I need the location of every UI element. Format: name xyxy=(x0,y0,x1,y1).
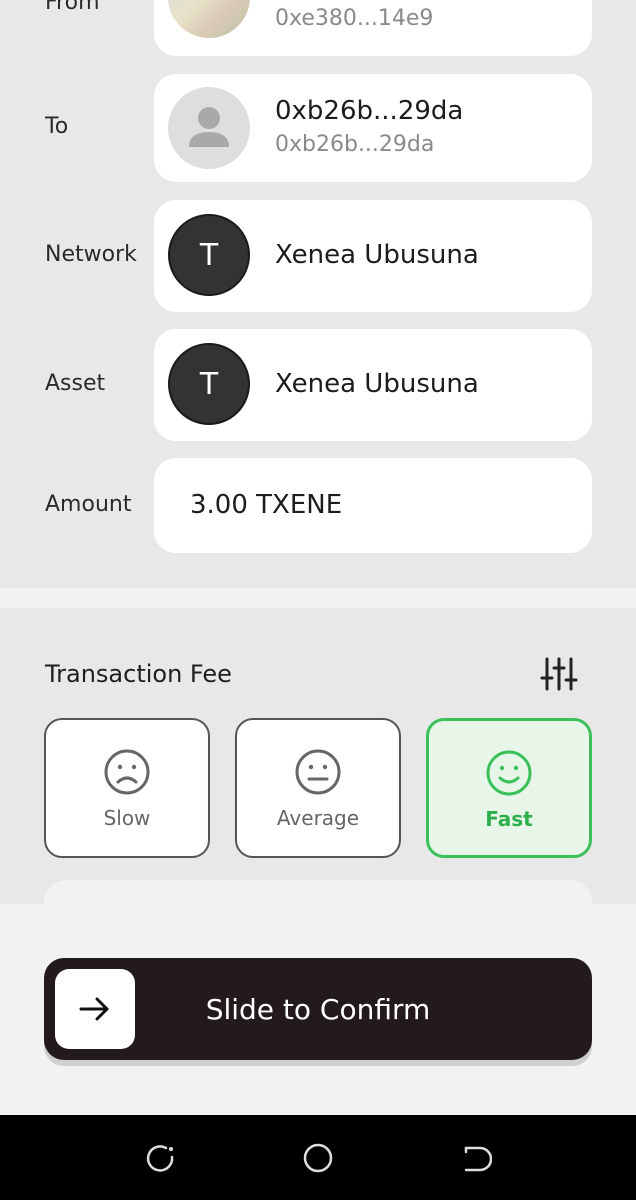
slider-handle[interactable] xyxy=(55,969,135,1049)
amount-label: Amount xyxy=(45,492,132,517)
fee-option-label: Slow xyxy=(103,806,151,830)
frown-face-icon xyxy=(104,749,150,795)
back-icon[interactable] xyxy=(460,1143,492,1175)
fee-option-label: Average xyxy=(276,806,360,830)
fee-option-slow[interactable]: Slow xyxy=(44,718,210,858)
fee-title: Transaction Fee xyxy=(45,660,232,688)
system-navbar xyxy=(0,1115,636,1200)
network-name: Xenea Ubusuna xyxy=(275,240,479,270)
amount-field[interactable]: 3.00 TXENE xyxy=(154,458,592,553)
home-icon[interactable] xyxy=(302,1142,334,1174)
from-address: 0xe380...14e9 xyxy=(275,6,434,31)
smile-face-icon xyxy=(486,750,532,796)
asset-name: Xenea Ubusuna xyxy=(275,369,479,399)
fee-option-fast[interactable]: Fast xyxy=(426,718,592,858)
from-avatar xyxy=(168,0,250,38)
fee-option-average[interactable]: Average xyxy=(235,718,401,858)
asset-label: Asset xyxy=(45,371,106,396)
amount-value: 3.00 TXENE xyxy=(190,490,343,520)
to-name: 0xb26b...29da xyxy=(275,96,464,126)
fee-option-label: Fast xyxy=(485,807,533,831)
asset-avatar: T xyxy=(168,343,250,425)
network-avatar: T xyxy=(168,214,250,296)
person-icon xyxy=(168,87,250,169)
network-card[interactable]: T Xenea Ubusuna xyxy=(154,200,592,312)
recent-apps-icon[interactable] xyxy=(144,1143,176,1175)
slide-to-confirm[interactable]: Slide to Confirm xyxy=(44,958,592,1060)
from-label: From xyxy=(45,0,100,15)
to-address: 0xb26b...29da xyxy=(275,132,435,157)
from-card[interactable]: 0xe380...14e9 xyxy=(154,0,592,56)
neutral-face-icon xyxy=(295,749,341,795)
arrow-right-icon xyxy=(79,997,109,1021)
network-label: Network xyxy=(45,242,137,267)
to-label: To xyxy=(45,114,69,139)
section-divider xyxy=(0,588,636,608)
asset-card[interactable]: T Xenea Ubusuna xyxy=(154,329,592,441)
to-card[interactable]: 0xb26b...29da 0xb26b...29da xyxy=(154,74,592,182)
sliders-icon[interactable] xyxy=(540,656,578,692)
